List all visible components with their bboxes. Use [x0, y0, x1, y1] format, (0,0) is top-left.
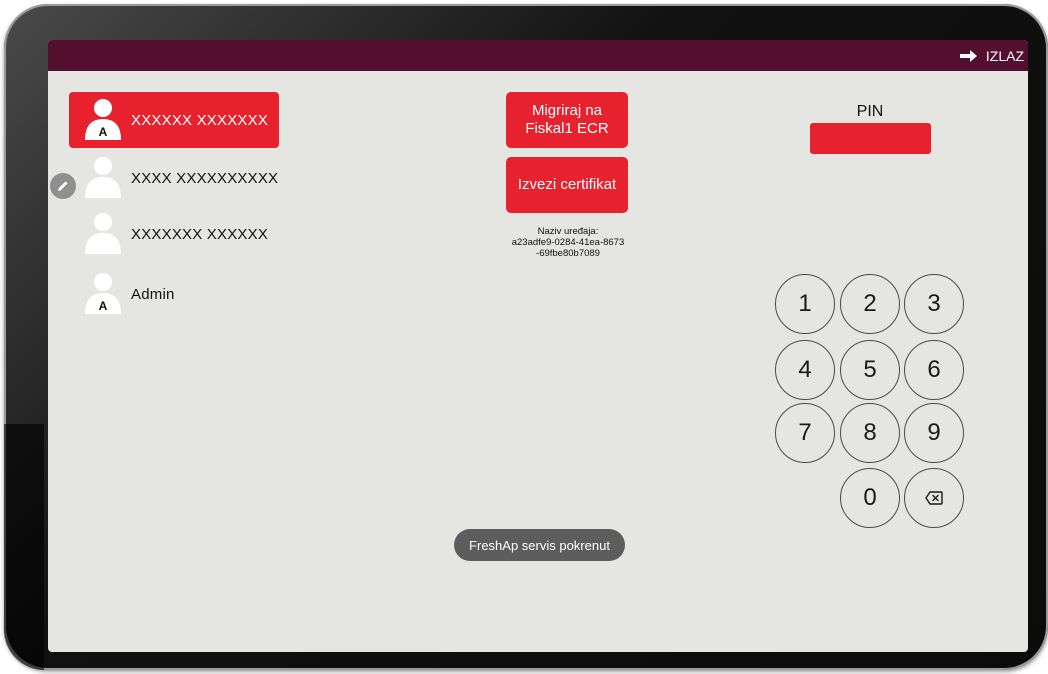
- pencil-icon: [58, 181, 68, 191]
- key-5[interactable]: 5: [840, 340, 900, 400]
- migrate-label-line1: Migriraj na: [531, 102, 603, 119]
- migrate-button[interactable]: Migriraj na Fiskal1 ECR: [506, 92, 628, 148]
- user-avatar-icon: A: [83, 98, 123, 142]
- migrate-label-line2: Fiskal1 ECR: [525, 120, 609, 137]
- device-id-line1: a23adfe9-0284-41ea-8673: [511, 237, 625, 248]
- export-certificate-button[interactable]: Izvezi certifikat: [506, 157, 628, 213]
- backspace-icon: [925, 491, 943, 505]
- user-name: XXXXXXX XXXXXX: [131, 225, 269, 243]
- user-avatar-icon: [83, 212, 123, 256]
- toast-message: FreshAp servis pokrenut: [469, 537, 610, 553]
- key-8[interactable]: 8: [840, 403, 900, 463]
- key-9[interactable]: 9: [904, 403, 964, 463]
- backspace-key[interactable]: [904, 468, 964, 528]
- admin-badge: A: [98, 299, 108, 313]
- key-3[interactable]: 3: [904, 274, 964, 334]
- key-7[interactable]: 7: [775, 403, 835, 463]
- logout-button[interactable]: IZLAZ: [959, 45, 1024, 67]
- key-1[interactable]: 1: [775, 274, 835, 334]
- user-item-4[interactable]: A Admin: [69, 266, 279, 322]
- key-0[interactable]: 0: [840, 468, 900, 528]
- key-6[interactable]: 6: [904, 340, 964, 400]
- logout-label: IZLAZ: [985, 48, 1024, 64]
- admin-badge: A: [98, 125, 108, 139]
- pin-input[interactable]: [810, 123, 931, 154]
- app-screen: IZLAZ A XXXXXX XXXXXXX XXXX XXXXXXXXXX X…: [48, 40, 1028, 652]
- arrow-right-icon: [959, 50, 977, 62]
- user-item-3[interactable]: XXXXXXX XXXXXX: [69, 206, 279, 262]
- key-2[interactable]: 2: [840, 274, 900, 334]
- device-id-line2: -69fbe80b7089: [536, 248, 600, 259]
- user-name: Admin: [131, 285, 175, 303]
- user-avatar-icon: A: [83, 272, 123, 316]
- export-certificate-label: Izvezi certifikat: [517, 176, 617, 193]
- user-item-2[interactable]: XXXX XXXXXXXXXX: [69, 150, 279, 206]
- user-name: XXXX XXXXXXXXXX: [131, 169, 279, 187]
- key-4[interactable]: 4: [775, 340, 835, 400]
- pin-label: PIN: [856, 103, 884, 120]
- user-item-1[interactable]: A XXXXXX XXXXXXX: [69, 92, 279, 148]
- device-name-info: Naziv uređaja: a23adfe9-0284-41ea-8673 -…: [488, 226, 648, 259]
- user-name: XXXXXX XXXXXXX: [131, 111, 269, 129]
- tablet-frame: IZLAZ A XXXXXX XXXXXXX XXXX XXXXXXXXXX X…: [4, 4, 1048, 670]
- top-bar: IZLAZ: [48, 40, 1028, 71]
- device-name-label: Naziv uređaja:: [537, 226, 599, 237]
- user-avatar-icon: [83, 156, 123, 200]
- toast-notification: FreshAp servis pokrenut: [454, 529, 625, 561]
